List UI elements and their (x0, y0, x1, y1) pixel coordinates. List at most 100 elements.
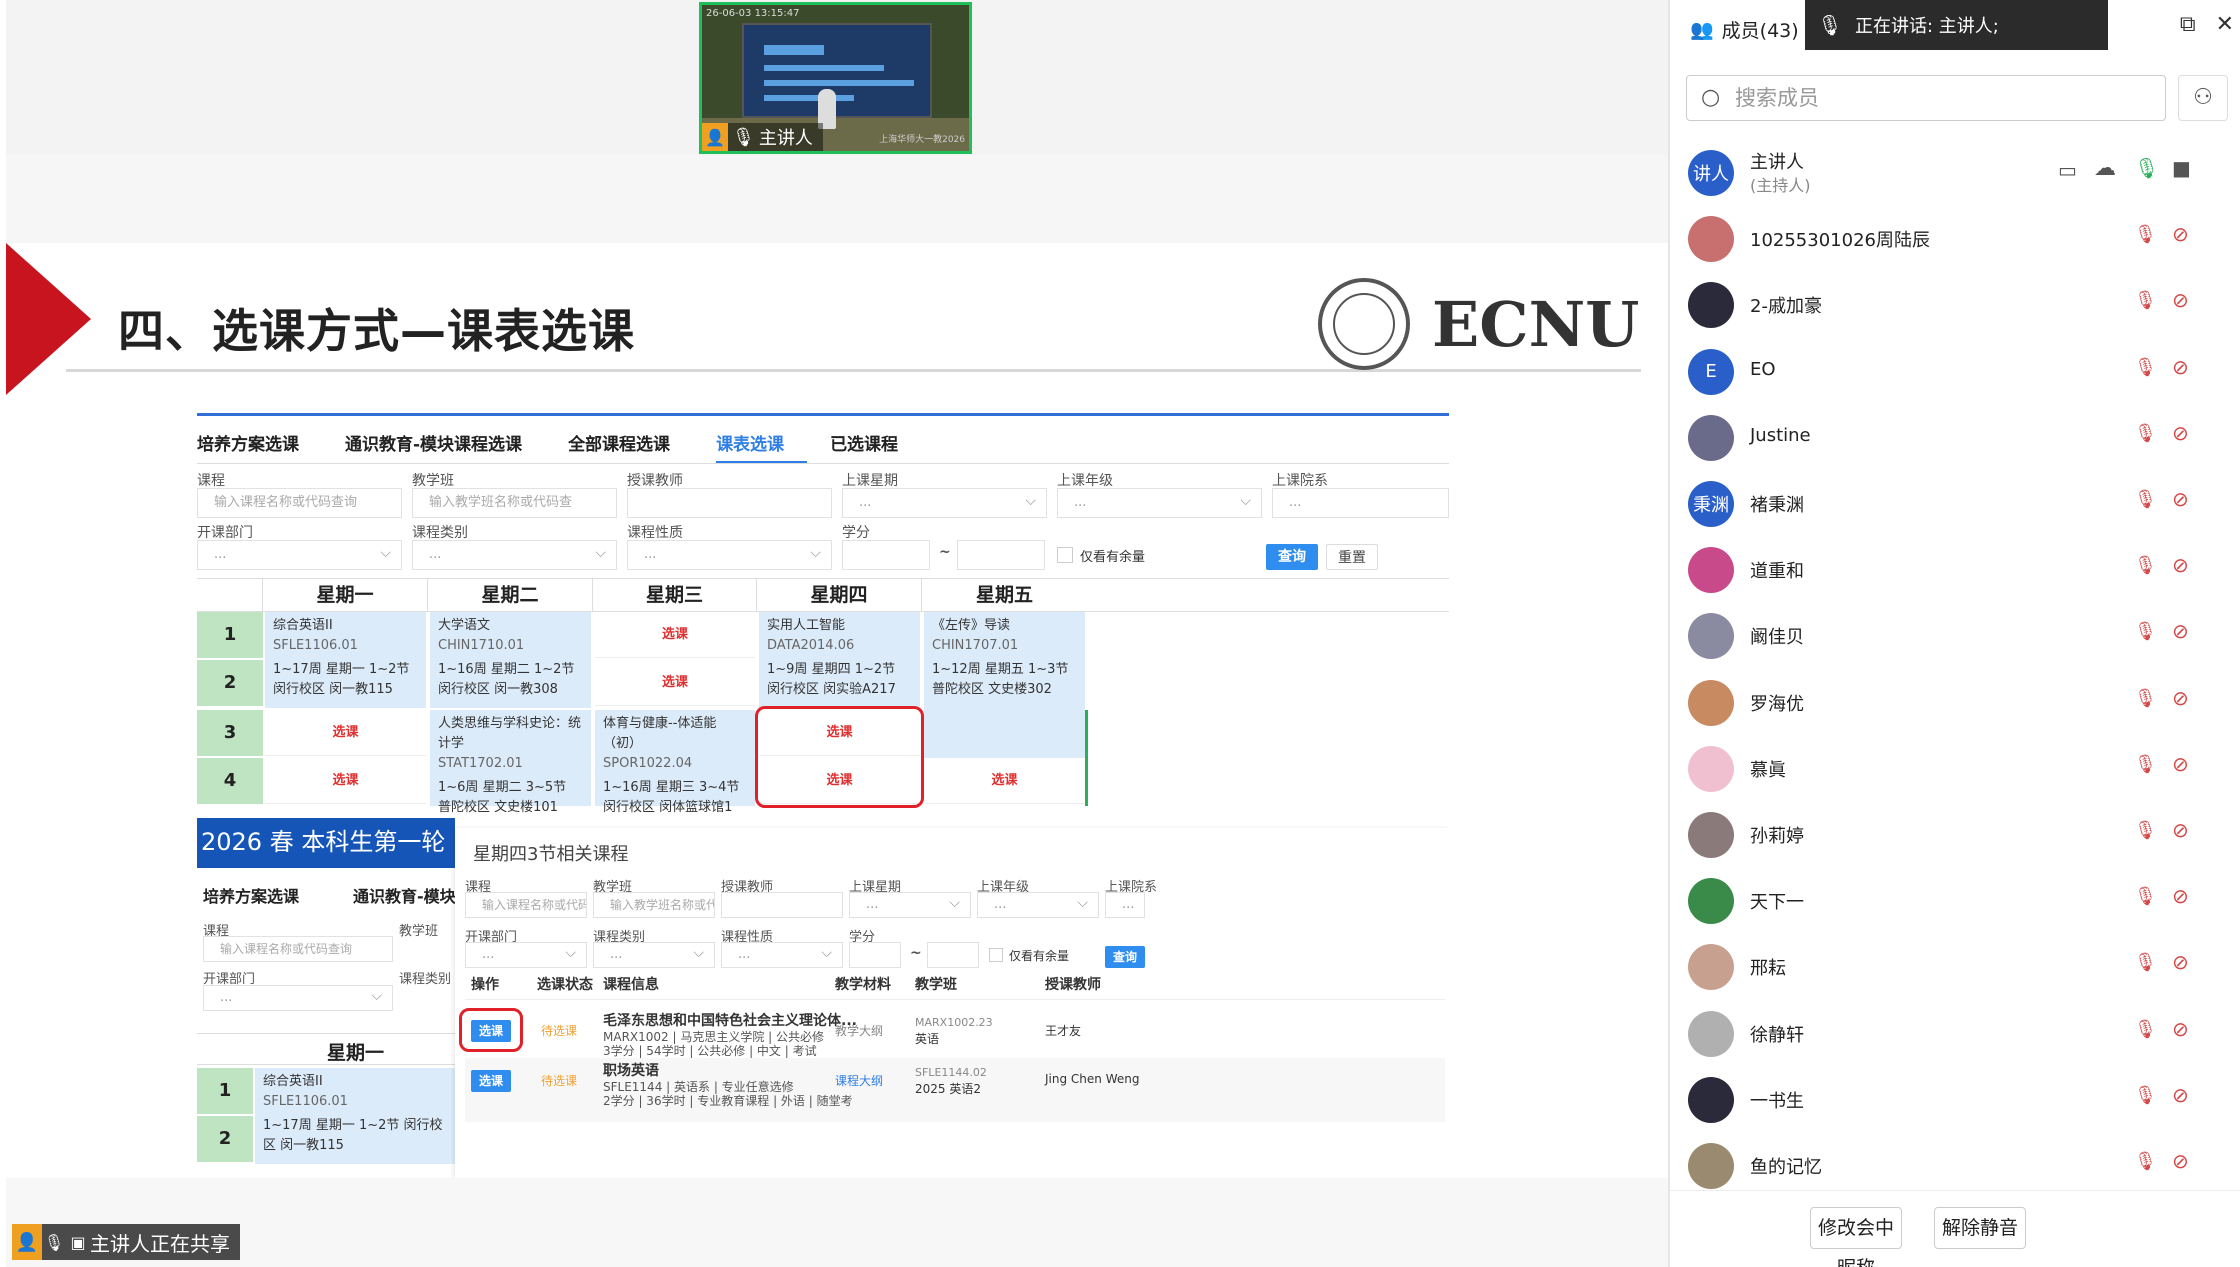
camera-off-icon[interactable]: ⊘ (2172, 818, 2189, 842)
popup-grade-select[interactable]: ... (977, 891, 1099, 918)
tab-program[interactable]: 培养方案选课 (197, 427, 322, 463)
material-link[interactable]: 教学大纲 (835, 1022, 883, 1039)
member-search-input[interactable]: ○ 搜索成员 (1686, 75, 2166, 121)
popup-weekday-select[interactable]: ... (849, 891, 971, 918)
member-row[interactable]: 罗海优 🎙 ⊘ (1670, 670, 2240, 736)
member-row[interactable]: 讲人 主讲人 (主持人) ▭ ☁ 🎙 ■ (1670, 140, 2240, 206)
mic-muted-icon[interactable]: 🎙 (2134, 489, 2157, 510)
course-cell-tue-3-5[interactable]: 人类思维与学科史论：统计学 STAT1702.01 1~6周 星期二 3~5节 … (430, 710, 591, 815)
nature-select[interactable]: ... (627, 539, 832, 570)
pick-mon-3[interactable]: 选课 (265, 710, 426, 756)
member-row[interactable]: 天下一 🎙 ⊘ (1670, 868, 2240, 934)
pick-wed-1[interactable]: 选课 (595, 612, 755, 658)
category-select[interactable]: ... (412, 539, 617, 570)
grade-select[interactable]: ... (1057, 487, 1262, 518)
camera-off-icon[interactable]: ⊘ (2172, 752, 2189, 776)
camera-off-icon[interactable]: ⊘ (2172, 288, 2189, 312)
only-remaining-checkbox[interactable] (1057, 547, 1073, 563)
material-link[interactable]: 课程大纲 (835, 1072, 883, 1089)
member-row[interactable]: Justine 🎙 ⊘ (1670, 405, 2240, 471)
tab-all-courses[interactable]: 全部课程选课 (568, 427, 693, 463)
member-row[interactable]: 一书生 🎙 ⊘ (1670, 1067, 2240, 1133)
reset-button[interactable]: 重置 (1326, 544, 1378, 570)
popup-category-select[interactable]: ... (593, 941, 715, 968)
course-title[interactable]: 毛泽东思想和中国特色社会主义理论体... (603, 1010, 857, 1030)
overlay-tab-program[interactable]: 培养方案选课 (203, 883, 299, 907)
col-course-info[interactable]: 课程信息 (603, 974, 659, 994)
camera-off-icon[interactable]: ⊘ (2172, 1017, 2189, 1041)
overlay-dept-select[interactable]: ... (203, 984, 393, 1011)
course-cell-fri-1-3[interactable]: 《左传》导读 CHIN1707.01 1~12周 星期五 1~3节 普陀校区 文… (924, 612, 1085, 758)
camera-off-icon[interactable]: ⊘ (2172, 553, 2189, 577)
mic-muted-icon[interactable]: 🎙 (2134, 820, 2157, 841)
popup-course-input[interactable]: 输入课程名称或代码 (465, 892, 587, 918)
query-button[interactable]: 查询 (1266, 544, 1318, 570)
camera-off-icon[interactable]: ⊘ (2172, 222, 2189, 246)
popup-credit-max[interactable] (927, 942, 979, 968)
camera-off-icon[interactable]: ⊘ (2172, 487, 2189, 511)
overlay-course-cell[interactable]: 综合英语II SFLE1106.01 1~17周 星期一 1~2节 闵行校区 闵… (255, 1068, 455, 1164)
camera-off-icon[interactable]: ⊘ (2172, 421, 2189, 445)
camera-off-icon[interactable]: ⊘ (2172, 884, 2189, 908)
mic-on-icon[interactable]: 🎙 (2134, 156, 2159, 180)
popup-only-remaining-checkbox[interactable] (989, 948, 1003, 962)
tab-general-education[interactable]: 通识教育-模块课程选课 (345, 427, 545, 463)
camera-off-icon[interactable]: ⊘ (2172, 950, 2189, 974)
tab-timetable[interactable]: 课表选课 (716, 427, 808, 463)
mic-muted-icon[interactable]: 🎙 (2134, 688, 2157, 709)
mic-muted-icon[interactable]: 🎙 (2134, 1151, 2157, 1172)
member-row[interactable]: E EO 🎙 ⊘ (1670, 339, 2240, 405)
popup-teacher-input[interactable] (721, 892, 843, 918)
pick-wed-2[interactable]: 选课 (595, 660, 755, 706)
course-cell-wed-3-4[interactable]: 体育与健康--体适能（初） SPOR1022.04 1~16周 星期三 3~4节… (595, 710, 755, 815)
member-row[interactable]: 邢耘 🎙 ⊘ (1670, 934, 2240, 1000)
member-row[interactable]: 徐静轩 🎙 ⊘ (1670, 1001, 2240, 1067)
col-class[interactable]: 教学班 (915, 974, 957, 994)
tab-selected[interactable]: 已选课程 (830, 427, 921, 463)
mic-muted-icon[interactable]: 🎙 (2134, 952, 2157, 973)
course-search-input[interactable]: 输入课程名称或代码查询 (197, 488, 402, 518)
member-row[interactable]: 阚佳贝 🎙 ⊘ (1670, 603, 2240, 669)
member-row[interactable]: 孙莉婷 🎙 ⊘ (1670, 802, 2240, 868)
camera-off-icon[interactable]: ⊘ (2172, 355, 2189, 379)
members-tab[interactable]: 👥 成员(43) (1690, 16, 1799, 43)
select-course-button[interactable]: 选课 (471, 1070, 511, 1092)
course-cell-thu-1-2[interactable]: 实用人工智能 DATA2014.06 1~9周 星期四 1~2节 闵行校区 闵实… (759, 612, 920, 708)
popup-nature-select[interactable]: ... (721, 941, 843, 968)
camera-off-icon[interactable]: ⊘ (2172, 619, 2189, 643)
pick-mon-4[interactable]: 选课 (265, 758, 426, 804)
course-title[interactable]: 职场英语 (603, 1060, 659, 1080)
credits-max-input[interactable] (957, 540, 1045, 570)
overlay-course-input[interactable]: 输入课程名称或代码查询 (203, 936, 393, 962)
course-cell-tue-1-2[interactable]: 大学语文 CHIN1710.01 1~16周 星期二 1~2节 闵行校区 闵一教… (430, 612, 591, 708)
mic-muted-icon[interactable]: 🎙 (2134, 423, 2157, 444)
mic-muted-icon[interactable]: 🎙 (2134, 555, 2157, 576)
camera-icon[interactable]: ■ (2172, 156, 2191, 180)
popup-class-input[interactable]: 输入教学班名称或代 (593, 892, 715, 918)
member-row[interactable]: 慕眞 🎙 ⊘ (1670, 736, 2240, 802)
mic-muted-icon[interactable]: 🎙 (2134, 1085, 2157, 1106)
mic-muted-icon[interactable]: 🎙 (2134, 621, 2157, 642)
popout-icon[interactable]: ⧉ (2180, 12, 2196, 37)
invite-member-button[interactable]: ⚇ (2178, 75, 2228, 121)
speaker-video-thumbnail[interactable]: 26-06-03 13:15:47 👤 🎙 主讲人 上海华师大一教2026 (699, 2, 972, 154)
member-row[interactable]: 道重和 🎙 ⊘ (1670, 537, 2240, 603)
teacher-input[interactable] (627, 488, 832, 518)
mic-muted-icon[interactable]: 🎙 (2134, 357, 2157, 378)
credits-min-input[interactable] (842, 540, 930, 570)
mic-muted-icon[interactable]: 🎙 (2134, 886, 2157, 907)
member-row[interactable]: 10255301026周陆辰 🎙 ⊘ (1670, 206, 2240, 272)
mic-muted-icon[interactable]: 🎙 (2134, 1019, 2157, 1040)
offering-dept-select[interactable]: ... (197, 539, 402, 570)
mic-muted-icon[interactable]: 🎙 (2134, 224, 2157, 245)
camera-off-icon[interactable]: ⊘ (2172, 1083, 2189, 1107)
member-row[interactable]: 秉渊 褚秉渊 🎙 ⊘ (1670, 471, 2240, 537)
popup-dept-input[interactable]: ... (1105, 892, 1145, 918)
camera-off-icon[interactable]: ⊘ (2172, 1149, 2189, 1173)
weekday-select[interactable]: ... (842, 487, 1047, 518)
edit-nickname-button[interactable]: 修改会中昵称 (1810, 1207, 1902, 1267)
unmute-button[interactable]: 解除静音 (1934, 1207, 2026, 1249)
class-search-input[interactable]: 输入教学班名称或代码查 (412, 488, 617, 518)
popup-offering-select[interactable]: ... (465, 941, 587, 968)
department-input[interactable]: ... (1272, 488, 1449, 518)
